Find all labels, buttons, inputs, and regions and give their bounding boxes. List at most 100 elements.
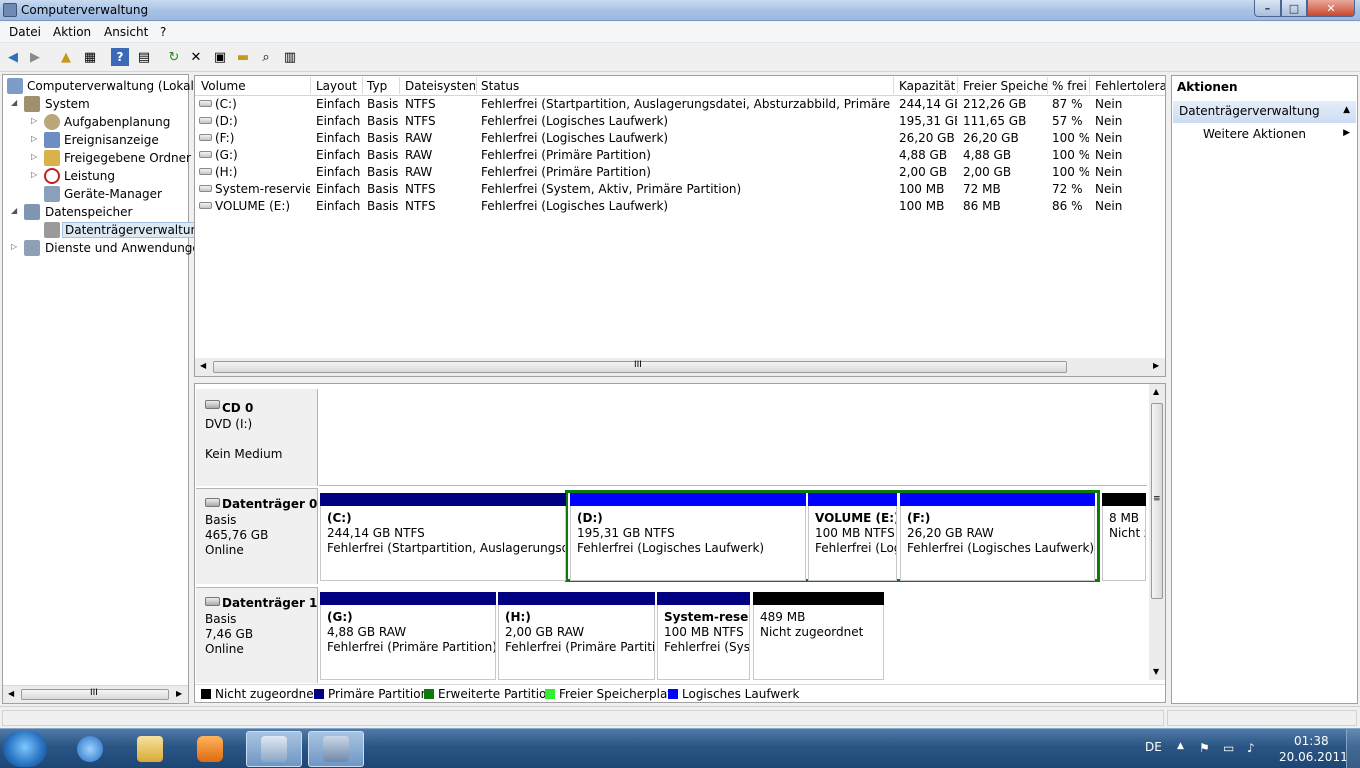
disk-label-disk0[interactable]: Datenträger 0 Basis 465,76 GB Online: [196, 488, 318, 584]
expand-icon[interactable]: ▷: [31, 152, 37, 161]
close-button[interactable]: ✕: [1307, 0, 1355, 17]
media-player-icon[interactable]: [182, 731, 238, 767]
menu-aktion[interactable]: Aktion: [53, 25, 91, 39]
start-button[interactable]: [3, 731, 47, 767]
properties-icon[interactable]: ▤: [135, 48, 153, 66]
explorer-folder-icon[interactable]: [122, 731, 178, 767]
disk-label-cd0[interactable]: CD 0 DVD (I:) Kein Medium: [196, 389, 318, 486]
volume-icon[interactable]: ♪: [1247, 741, 1255, 755]
partition-c[interactable]: (C:) 244,14 GB NTFS Fehlerfrei (Startpar…: [320, 493, 566, 581]
clock-date[interactable]: 20.06.2011: [1279, 750, 1348, 764]
back-icon[interactable]: ◀: [4, 48, 22, 66]
disk-label-disk1[interactable]: Datenträger 1 Basis 7,46 GB Online: [196, 587, 318, 683]
volume-list-horizontal-scrollbar[interactable]: ◀ III ▶: [195, 358, 1165, 376]
weitere-aktionen-link[interactable]: Weitere Aktionen: [1203, 127, 1306, 141]
collapse-up-icon[interactable]: ▲: [1343, 105, 1350, 115]
collapse-icon[interactable]: ◢: [11, 206, 17, 215]
open-icon[interactable]: ▬: [234, 48, 252, 66]
refresh-icon[interactable]: ↻: [165, 48, 183, 66]
menu-ansicht[interactable]: Ansicht: [104, 25, 148, 39]
scroll-down-icon[interactable]: ▼: [1153, 667, 1159, 676]
tree-item-computerverwaltung[interactable]: Computerverwaltung (Lokal): [3, 77, 199, 95]
partition-unallocated-disk1[interactable]: 489 MB Nicht zugeordnet: [753, 592, 884, 680]
expand-icon[interactable]: ▷: [31, 116, 37, 125]
search-icon[interactable]: ⌕: [257, 48, 275, 66]
partition-system-reserviert[interactable]: System-reserviert 100 MB NTFS Fehlerfrei…: [657, 592, 750, 680]
table-cell: (D:): [215, 114, 238, 128]
expand-icon[interactable]: ▷: [31, 134, 37, 143]
tree-item-aufgabenplanung[interactable]: ▷ Aufgabenplanung: [3, 113, 188, 131]
actions-section-datentraegerverwaltung[interactable]: Datenträgerverwaltung ▲: [1173, 101, 1356, 123]
internet-explorer-icon[interactable]: [62, 731, 118, 767]
table-cell: Fehlerfrei (Logisches Laufwerk): [481, 199, 669, 213]
partition-d[interactable]: (D:) 195,31 GB NTFS Fehlerfrei (Logische…: [570, 493, 806, 581]
menu-datei[interactable]: Datei: [9, 25, 41, 39]
scroll-up-icon[interactable]: ▲: [1153, 387, 1159, 396]
scroll-right-icon[interactable]: ▶: [176, 689, 182, 698]
tree-item-dienste-und-anwendungen[interactable]: ▷ Dienste und Anwendungen: [3, 239, 207, 257]
status-segment: [2, 710, 1164, 726]
table-row[interactable]: System-reserviert Einfach Basis NTFS Fehlerf…: [195, 181, 1165, 198]
properties-sheet-icon[interactable]: ▣: [211, 48, 229, 66]
column-kapazitaet[interactable]: Kapazität: [899, 79, 955, 93]
table-row[interactable]: (C:) Einfach Basis NTFS Fehlerfrei (Startpar…: [195, 96, 1165, 113]
partition-e[interactable]: VOLUME (E:) 100 MB NTFS Fehlerfrei (Logi…: [808, 493, 897, 581]
partition-g[interactable]: (G:) 4,88 GB RAW Fehlerfrei (Primäre Par…: [320, 592, 496, 680]
tree-item-datenspeicher[interactable]: ◢ Datenspeicher: [3, 203, 188, 221]
partition-h[interactable]: (H:) 2,00 GB RAW Fehlerfrei (Primäre Par…: [498, 592, 655, 680]
show-hide-tree-icon[interactable]: ▦: [81, 48, 99, 66]
column-fehlertoleranz[interactable]: Fehlertoleranz: [1095, 79, 1165, 93]
delete-icon[interactable]: ✕: [187, 48, 205, 66]
clock-time[interactable]: 01:38: [1294, 734, 1329, 748]
language-indicator[interactable]: DE: [1145, 740, 1162, 754]
minimize-button[interactable]: –: [1254, 0, 1281, 17]
scroll-left-icon[interactable]: ◀: [200, 361, 206, 370]
table-row[interactable]: (F:) Einfach Basis RAW Fehlerfrei (Logisches…: [195, 130, 1165, 147]
maximize-button[interactable]: □: [1281, 0, 1307, 17]
tree-item-datentraegerverwaltung[interactable]: Datenträgerverwaltung: [3, 221, 209, 239]
scroll-left-icon[interactable]: ◀: [8, 689, 14, 698]
scroll-thumb[interactable]: III: [21, 688, 169, 700]
column-status[interactable]: Status: [481, 79, 891, 93]
show-desktop-button[interactable]: [1346, 729, 1360, 768]
table-row[interactable]: (H:) Einfach Basis RAW Fehlerfrei (Primäre P…: [195, 164, 1165, 181]
control-panel-icon[interactable]: [246, 731, 302, 767]
column-dateisystem[interactable]: Dateisystem: [405, 79, 475, 93]
forward-icon[interactable]: ▶: [26, 48, 44, 66]
collapse-icon[interactable]: ◢: [11, 98, 17, 107]
tree-item-ereignisanzeige[interactable]: ▷ Ereignisanzeige: [3, 131, 188, 149]
table-cell: 72 MB: [963, 182, 1001, 196]
table-cell: Fehlerfrei (Logisches Laufwerk): [481, 131, 669, 145]
action-center-flag-icon[interactable]: ⚑: [1199, 741, 1210, 755]
scroll-thumb[interactable]: ≡: [1151, 403, 1163, 599]
tree-horizontal-scrollbar[interactable]: ◀ III ▶: [3, 685, 188, 703]
scroll-right-icon[interactable]: ▶: [1153, 361, 1159, 370]
up-icon[interactable]: ▲: [57, 48, 75, 66]
show-hidden-icons-icon[interactable]: ▲: [1177, 741, 1184, 751]
partition-f[interactable]: (F:) 26,20 GB RAW Fehlerfrei (Logisches …: [900, 493, 1095, 581]
tree-item-geraete-manager[interactable]: Geräte-Manager: [3, 185, 188, 203]
column-freier-speicher[interactable]: Freier Speicher: [963, 79, 1047, 93]
table-row[interactable]: VOLUME (E:) Einfach Basis NTFS Fehlerfrei (L…: [195, 198, 1165, 215]
column-prozent-frei[interactable]: % frei: [1052, 79, 1088, 93]
disk-properties-icon[interactable]: ▥: [281, 48, 299, 66]
table-row[interactable]: (G:) Einfach Basis RAW Fehlerfrei (Primäre P…: [195, 147, 1165, 164]
column-layout[interactable]: Layout: [316, 79, 360, 93]
expand-icon[interactable]: ▷: [31, 170, 37, 179]
table-row[interactable]: (D:) Einfach Basis NTFS Fehlerfrei (Logische…: [195, 113, 1165, 130]
help-icon[interactable]: ?: [111, 48, 129, 66]
scroll-thumb[interactable]: III: [213, 360, 1067, 373]
column-volume[interactable]: Volume: [201, 79, 309, 93]
column-typ[interactable]: Typ: [367, 79, 397, 93]
tree-item-freigegebene-ordner[interactable]: ▷ Freigegebene Ordner: [3, 149, 191, 167]
submenu-arrow-icon[interactable]: ▶: [1343, 128, 1350, 138]
computer-management-icon[interactable]: [308, 731, 364, 767]
network-icon[interactable]: ▭: [1223, 741, 1234, 755]
partition-unallocated-disk0[interactable]: 8 MB Nicht zugeordnet: [1102, 493, 1146, 581]
actions-header: Aktionen: [1177, 80, 1238, 94]
tree-item-system[interactable]: ◢ System: [3, 95, 188, 113]
disk-view-vertical-scrollbar[interactable]: ▲ ≡ ▼: [1149, 384, 1165, 680]
menu-help[interactable]: ?: [160, 25, 166, 39]
tree-item-leistung[interactable]: ▷ Leistung: [3, 167, 188, 185]
expand-icon[interactable]: ▷: [11, 242, 17, 251]
